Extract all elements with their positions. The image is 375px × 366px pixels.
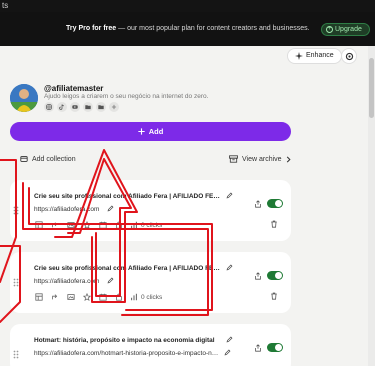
archive-icon — [229, 155, 238, 163]
thumbnail-icon[interactable] — [66, 292, 76, 302]
instagram-icon[interactable] — [44, 102, 54, 112]
layout-icon[interactable] — [34, 220, 44, 230]
redirect-icon[interactable] — [50, 220, 60, 230]
edit-title-icon[interactable] — [226, 192, 233, 199]
edit-url-icon[interactable] — [224, 349, 231, 356]
social-icons-row — [44, 102, 119, 112]
drag-handle-icon[interactable] — [13, 350, 19, 359]
star-icon[interactable] — [82, 292, 92, 302]
pro-banner-message: — our most popular plan for content crea… — [116, 25, 310, 32]
link-title[interactable]: Crie seu site profissional com Afiliado … — [34, 265, 222, 272]
link-title[interactable]: Hotmart: história, propósito e impacto n… — [34, 337, 222, 344]
link-tools: 0 clicks — [34, 292, 162, 302]
schedule-icon[interactable] — [98, 220, 108, 230]
tiktok-icon[interactable] — [57, 102, 67, 112]
view-archive-button[interactable]: View archive — [229, 155, 291, 163]
link-enabled-toggle[interactable] — [267, 343, 283, 352]
redirect-icon[interactable] — [50, 292, 60, 302]
drag-handle-icon[interactable] — [13, 206, 19, 215]
edit-title-icon[interactable] — [226, 264, 233, 271]
link-analytics[interactable]: 0 clicks — [130, 221, 162, 229]
upgrade-label: Upgrade — [335, 26, 362, 33]
star-icon[interactable] — [82, 220, 92, 230]
schedule-icon[interactable] — [98, 292, 108, 302]
link-url[interactable]: https://afiliadofera.com — [34, 278, 99, 285]
window-top-strip-text: ts — [2, 1, 9, 10]
plus-circle-icon: + — [326, 26, 333, 33]
add-collection-label: Add collection — [32, 155, 76, 163]
youtube-icon[interactable] — [70, 102, 80, 112]
add-collection-button[interactable]: Add collection — [20, 155, 76, 163]
plus-icon — [138, 128, 145, 135]
link-enabled-toggle[interactable] — [267, 199, 283, 208]
lock-icon[interactable] — [114, 292, 124, 302]
sparkle-icon — [295, 52, 303, 60]
share-icon[interactable] — [254, 344, 262, 352]
drag-handle-icon[interactable] — [13, 278, 19, 287]
layout-icon[interactable] — [34, 292, 44, 302]
share-icon[interactable] — [254, 200, 262, 208]
add-social-icon[interactable] — [109, 102, 119, 112]
link-clicks: 0 clicks — [141, 221, 163, 229]
folder-icon[interactable] — [83, 102, 93, 112]
avatar[interactable] — [10, 84, 38, 112]
upgrade-button[interactable]: + Upgrade — [321, 23, 370, 36]
link-title[interactable]: Crie seu site profissional com Afiliado … — [34, 193, 222, 200]
trash-icon[interactable] — [270, 220, 278, 228]
link-enabled-toggle[interactable] — [267, 271, 283, 280]
add-link-label: Add — [148, 127, 164, 136]
enhance-button[interactable]: Enhance — [287, 48, 342, 64]
view-archive-label: View archive — [242, 155, 282, 163]
collection-icon — [20, 155, 28, 163]
link-card: Crie seu site profissional com Afiliado … — [10, 252, 291, 313]
pro-banner-lead: Try Pro for free — [66, 25, 117, 32]
share-icon[interactable] — [254, 272, 262, 280]
link-analytics[interactable]: 0 clicks — [130, 293, 162, 301]
pro-banner: Try Pro for free — our most popular plan… — [0, 12, 375, 46]
enhance-label: Enhance — [306, 52, 334, 59]
link-url[interactable]: https://afiliadofera.com/hotmart-histori… — [34, 350, 220, 357]
bar-chart-icon — [130, 293, 138, 301]
profile-bio[interactable]: Ajudo leigos a criarem o seu negócio na … — [44, 93, 208, 100]
link-tools: 0 clicks — [34, 220, 162, 230]
chevron-right-icon — [286, 156, 291, 163]
settings-button[interactable] — [341, 48, 357, 64]
folder-icon[interactable] — [96, 102, 106, 112]
link-card: Crie seu site profissional com Afiliado … — [10, 180, 291, 241]
gear-icon — [345, 52, 354, 61]
lock-icon[interactable] — [114, 220, 124, 230]
window-top-strip: ts — [0, 0, 375, 12]
link-url[interactable]: https://afiliadofera.com — [34, 206, 99, 213]
add-link-button[interactable]: Add — [10, 122, 291, 141]
pro-banner-text: Try Pro for free — our most popular plan… — [66, 12, 310, 46]
trash-icon[interactable] — [270, 292, 278, 300]
link-card: Hotmart: história, propósito e impacto n… — [10, 324, 291, 366]
edit-url-icon[interactable] — [107, 277, 114, 284]
thumbnail-icon[interactable] — [66, 220, 76, 230]
bar-chart-icon — [130, 221, 138, 229]
profile-username[interactable]: @afiliatemaster — [44, 84, 103, 93]
edit-title-icon[interactable] — [226, 336, 233, 343]
link-clicks: 0 clicks — [141, 293, 163, 301]
scrollbar-thumb[interactable] — [369, 58, 374, 118]
edit-url-icon[interactable] — [107, 205, 114, 212]
